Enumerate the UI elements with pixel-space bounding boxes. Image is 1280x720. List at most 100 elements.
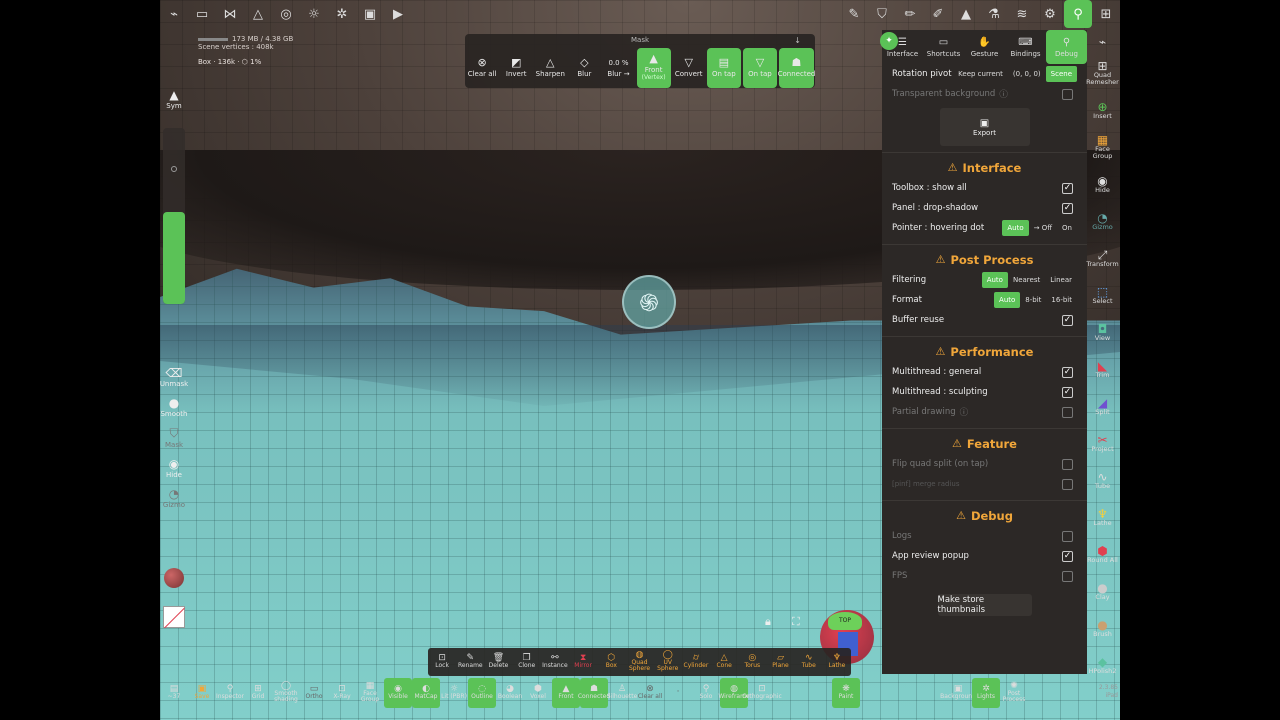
quad-sphere-button[interactable]: ◍ Quad Sphere	[625, 648, 653, 676]
save-button[interactable]: ▣ Save	[188, 678, 216, 708]
mask-front-button[interactable]: ▲ Front (Vertex)	[636, 48, 671, 88]
panel-shadow-checkbox[interactable]: ✓	[1062, 202, 1073, 214]
torus-button[interactable]: ◎ Torus	[738, 648, 766, 676]
tool-round-all[interactable]: ⬢ Round All	[1085, 537, 1120, 574]
grid-button[interactable]: ⊞ Grid	[244, 678, 272, 708]
image-icon[interactable]: ▣	[356, 0, 384, 28]
gizmo-top-face[interactable]: TOP	[828, 612, 862, 630]
mesh-icon[interactable]: △	[244, 0, 272, 28]
help-icon[interactable]: ⓘ	[960, 406, 969, 418]
fingerprint-icon[interactable]: ֍	[622, 275, 676, 329]
solo-button[interactable]: ⚲ Solo	[692, 678, 720, 708]
shield-icon[interactable]: ⛉	[868, 0, 896, 28]
flip-quad-checkbox[interactable]	[1062, 458, 1073, 470]
rename-button[interactable]: ✎ Rename	[456, 648, 484, 676]
pointer-on-option[interactable]: On	[1057, 220, 1077, 236]
mt-general-checkbox[interactable]: ✓	[1062, 366, 1073, 378]
fullscreen-icon[interactable]: ⛶	[792, 615, 800, 629]
mask-connected-button[interactable]: ☗ Connected	[778, 48, 815, 88]
mask-blur-button[interactable]: ◇ Blur	[567, 48, 601, 88]
mirror-button[interactable]: ⧗ Mirror	[569, 648, 597, 676]
filtering-nearest-option[interactable]: Nearest	[1008, 272, 1045, 288]
pointer-auto-option[interactable]: Auto	[1002, 220, 1029, 236]
flask-icon[interactable]: ⚗	[980, 0, 1008, 28]
tool-gizmo[interactable]: ◔ Gizmo	[1085, 204, 1120, 241]
format-auto-option[interactable]: Auto	[994, 292, 1021, 308]
gizmo-button[interactable]: ◔ Gizmo	[160, 483, 188, 513]
collapse-panel-icon[interactable]: ⌁	[1085, 30, 1120, 56]
tab-gesture[interactable]: ✋ Gesture	[964, 30, 1005, 64]
pin-icon[interactable]: ✦	[880, 32, 898, 50]
paint-toggle[interactable]: ❋ Paint	[832, 678, 860, 708]
lit-pbr-toggle[interactable]: ☼ Lit (PBR)	[440, 678, 468, 708]
app-review-checkbox[interactable]: ✓	[1062, 550, 1073, 562]
silhouette-button[interactable]: ♙ Silhouette	[607, 678, 638, 708]
tab-bindings[interactable]: ⌨ Bindings	[1005, 30, 1046, 64]
transparent-bg-checkbox[interactable]	[1062, 88, 1073, 100]
tool-split[interactable]: ◢ Split	[1085, 389, 1120, 426]
settings-icon[interactable]: ✲	[328, 0, 356, 28]
gear-icon[interactable]: ⚙	[1036, 0, 1064, 28]
lights-toggle[interactable]: ✲ Lights	[972, 678, 1000, 708]
brush-radius-slider[interactable]	[163, 128, 185, 304]
lathe-button[interactable]: ♆ Lathe	[823, 648, 851, 676]
mask-sharpen-button[interactable]: △ Sharpen	[533, 48, 567, 88]
color-swatch[interactable]	[163, 606, 185, 628]
post-process-button[interactable]: ✺ Post Process	[1000, 678, 1028, 708]
debug-icon[interactable]: ⚲	[1064, 0, 1092, 28]
format-16bit-option[interactable]: 16-bit	[1046, 292, 1077, 308]
tool-trim[interactable]: ◣ Trim	[1085, 352, 1120, 389]
front-toggle[interactable]: ▲ Front	[552, 678, 580, 708]
tool-clay[interactable]: ● Clay	[1085, 574, 1120, 611]
layers-icon[interactable]: ≋	[1008, 0, 1036, 28]
history-button[interactable]: ▤ ~37	[160, 678, 188, 708]
mt-sculpt-checkbox[interactable]: ✓	[1062, 386, 1073, 398]
box-button[interactable]: ⬡ Box	[597, 648, 625, 676]
mask-on-tap-button-2[interactable]: ▽ On tap	[742, 48, 777, 88]
delete-button[interactable]: 🗑︎ Delete	[484, 648, 512, 676]
tool-hide[interactable]: ◉ Hide	[1085, 167, 1120, 204]
cylinder-button[interactable]: ⌭ Cylinder	[682, 648, 710, 676]
cone-button[interactable]: △ Cone	[710, 648, 738, 676]
mask-on-tap-button-1[interactable]: ▤ On tap	[706, 48, 741, 88]
make-store-thumbnails-button[interactable]: Make store thumbnails	[937, 594, 1032, 616]
tool-transform[interactable]: ⤢ Transform	[1085, 241, 1120, 278]
boolean-button[interactable]: ◕ Boolean	[496, 678, 524, 708]
tab-shortcuts[interactable]: ▭ Shortcuts	[923, 30, 964, 64]
scene-tree-icon[interactable]: ⊞	[1092, 0, 1120, 28]
format-8bit-option[interactable]: 8-bit	[1020, 292, 1046, 308]
tool-brush[interactable]: ● Brush	[1085, 611, 1120, 648]
folder-icon[interactable]: ▭	[188, 0, 216, 28]
connected-toggle[interactable]: ☗ Connected	[578, 678, 610, 708]
partial-drawing-checkbox[interactable]	[1062, 406, 1073, 418]
sun-icon[interactable]: ☼	[300, 0, 328, 28]
visible-toggle[interactable]: ◉ Visible	[384, 678, 412, 708]
tool-quad-remesher[interactable]: ⊞ Quad Remesher	[1085, 56, 1120, 93]
export-button[interactable]: ▣ Export	[939, 108, 1030, 146]
plane-button[interactable]: ▱ Plane	[766, 648, 794, 676]
toolbox-checkbox[interactable]: ✓	[1062, 182, 1073, 194]
mask-blur-amount-button[interactable]: 0.0 % Blur →	[601, 48, 635, 88]
fps-checkbox[interactable]	[1062, 570, 1073, 582]
instance-button[interactable]: ⚯ Instance	[541, 648, 569, 676]
voxel-button[interactable]: ⬢ Voxel	[524, 678, 552, 708]
menu-icon[interactable]: ⌁	[160, 0, 188, 28]
mask-clear-all-button[interactable]: ⊗ Clear all	[465, 48, 499, 88]
tool-insert[interactable]: ⊕ Insert	[1085, 93, 1120, 130]
smooth-button[interactable]: ● Smooth	[160, 392, 188, 422]
quad-merge-checkbox[interactable]	[1062, 478, 1073, 490]
smooth-shading-button[interactable]: ◯ Smooth shading	[272, 678, 300, 708]
uv-sphere-button[interactable]: ◯ UV Sphere	[654, 648, 682, 676]
lock-button[interactable]: ⊡ Lock	[428, 648, 456, 676]
tool-face-group[interactable]: ▦ Face Group	[1085, 130, 1120, 167]
tool-project[interactable]: ✂ Project	[1085, 426, 1120, 463]
tool-tube[interactable]: ∿ Tube	[1085, 463, 1120, 500]
tab-debug[interactable]: ⚲ Debug	[1046, 30, 1087, 64]
face-group-toggle[interactable]: ▦ Face Group	[356, 678, 384, 708]
unmask-button[interactable]: ⌫ Unmask	[160, 362, 188, 392]
ortho-button[interactable]: ▭ Ortho	[300, 678, 328, 708]
tool-select[interactable]: ⬚ Select	[1085, 278, 1120, 315]
pivot-scene-option[interactable]: Scene	[1045, 66, 1077, 82]
mask-convert-button[interactable]: ▽ Convert	[672, 48, 706, 88]
symmetry-button[interactable]: ▲ Sym	[160, 84, 188, 114]
